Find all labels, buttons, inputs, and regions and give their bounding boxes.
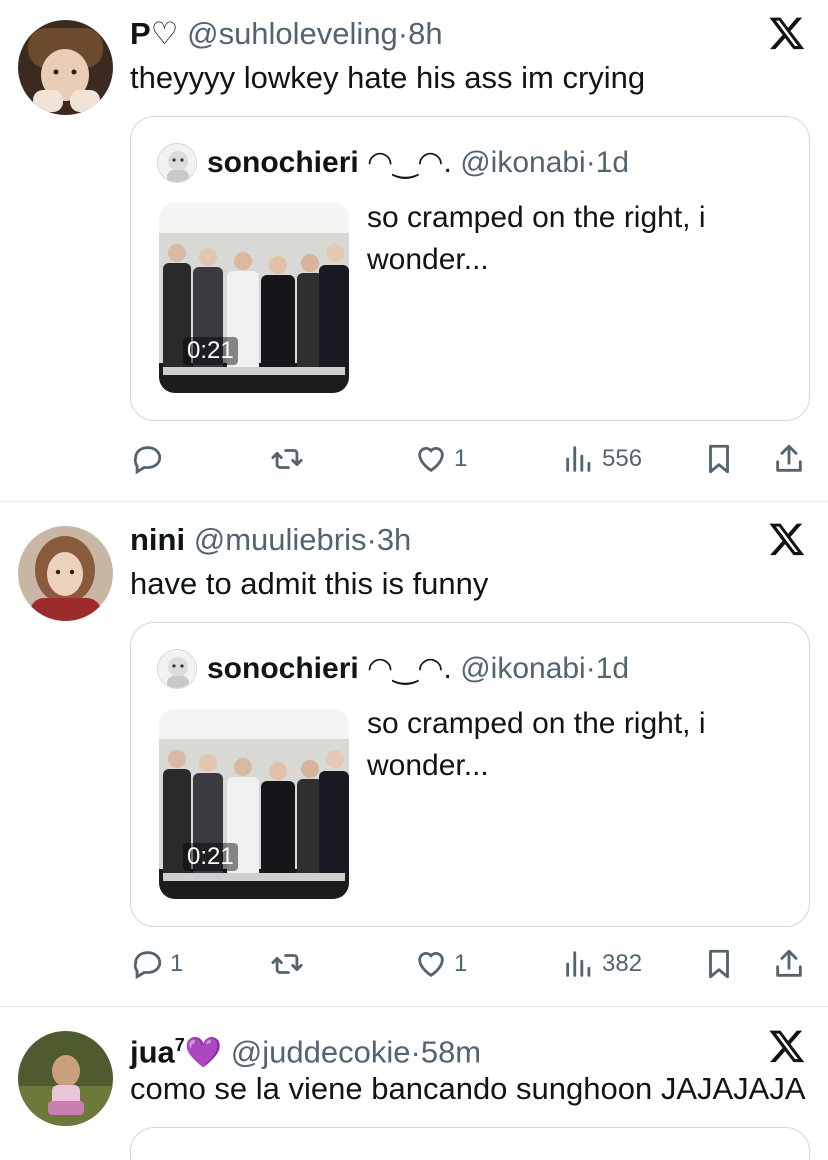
- reply-icon: [133, 446, 162, 475]
- action-bar: 1 1 382: [130, 942, 810, 986]
- bookmark-icon: [709, 444, 729, 474]
- repost-button[interactable]: [270, 942, 310, 986]
- repost-icon: [271, 449, 303, 469]
- separator-dot: ·: [585, 652, 596, 685]
- timestamp[interactable]: 58m: [421, 1034, 481, 1069]
- purple-heart-icon: 💜: [184, 1036, 223, 1070]
- tweet-header: P♡ @suhloleveling·8h: [130, 14, 443, 54]
- avatar[interactable]: [18, 526, 113, 621]
- quote-timestamp[interactable]: 1d: [596, 146, 629, 179]
- quote-avatar[interactable]: [157, 649, 197, 689]
- quote-display-name[interactable]: sonochieri: [207, 146, 359, 179]
- heart-icon: [418, 447, 444, 473]
- quote-header: sonochieri ◠‿◠. @ikonabi·1d: [207, 649, 629, 689]
- video-thumbnail[interactable]: 0:21: [159, 203, 349, 393]
- quoted-tweet[interactable]: sonochieri ◠‿◠. @ikonabi·1d 0:21 so cram…: [130, 116, 810, 421]
- display-name[interactable]: nini: [130, 522, 185, 557]
- quote-user-handle[interactable]: @ikonabi: [460, 146, 586, 179]
- quote-name-emoticon: ◠‿◠.: [367, 652, 452, 685]
- heart-icon: [418, 952, 444, 978]
- like-button[interactable]: 1: [414, 437, 467, 481]
- quote-header: sonochieri ◠‿◠. @ikonabi·1d: [207, 143, 629, 183]
- tweet[interactable]: nini @muuliebris·3h have to admit this i…: [0, 502, 828, 1007]
- view-count: 556: [602, 445, 643, 472]
- share-button[interactable]: [772, 942, 806, 986]
- tweet-text: como se la viene bancando sunghoon JAJAJ…: [130, 1071, 806, 1106]
- x-logo-icon: [768, 520, 806, 558]
- tweet[interactable]: P♡ @suhloleveling·8h theyyyy lowkey hate…: [0, 0, 828, 502]
- quote-avatar[interactable]: [157, 143, 197, 183]
- name-superscript: 7: [174, 1035, 185, 1055]
- bookmark-button[interactable]: [702, 942, 736, 986]
- views-button[interactable]: 556: [562, 437, 642, 481]
- user-handle[interactable]: @juddecokie: [231, 1034, 411, 1069]
- quote-text: so cramped on the right, i wonder...: [367, 707, 706, 782]
- repost-icon: [271, 954, 303, 974]
- separator-dot: ·: [397, 16, 409, 51]
- quoted-tweet[interactable]: sonochieri ◠‿◠. @ikonabi·1d 0:21 so cram…: [130, 622, 810, 927]
- like-count: 1: [454, 445, 468, 472]
- like-button[interactable]: 1: [414, 942, 467, 986]
- user-handle[interactable]: @muuliebris: [194, 522, 367, 557]
- quote-display-name[interactable]: sonochieri: [207, 652, 359, 685]
- separator-dot: ·: [410, 1034, 421, 1070]
- tweet[interactable]: jua7💜 @juddecokie·58m como se la viene b…: [0, 1007, 828, 1160]
- display-name[interactable]: jua: [130, 1034, 175, 1069]
- bookmark-icon: [709, 949, 729, 979]
- action-bar: 1 556: [130, 437, 810, 481]
- x-logo-icon: [768, 14, 806, 52]
- video-duration: 0:21: [183, 337, 238, 365]
- reply-button[interactable]: [130, 437, 170, 481]
- x-logo-icon: [768, 1027, 806, 1065]
- quote-user-handle[interactable]: @ikonabi: [460, 652, 586, 685]
- share-icon: [776, 444, 802, 472]
- tweet-header: jua7💜 @juddecokie·58m: [130, 1025, 481, 1073]
- views-icon: [566, 951, 591, 977]
- display-name[interactable]: P♡: [130, 16, 178, 51]
- bookmark-button[interactable]: [702, 437, 736, 481]
- reply-button[interactable]: 1: [130, 942, 183, 986]
- separator-dot: ·: [366, 522, 377, 557]
- share-icon: [776, 949, 802, 977]
- avatar[interactable]: [18, 20, 113, 115]
- tweet-text: have to admit this is funny: [130, 566, 489, 601]
- view-count: 382: [602, 950, 643, 977]
- tweet-header: nini @muuliebris·3h: [130, 520, 411, 560]
- user-handle[interactable]: @suhloleveling: [187, 16, 398, 51]
- video-duration: 0:21: [183, 843, 238, 871]
- views-button[interactable]: 382: [562, 942, 642, 986]
- video-thumbnail[interactable]: 0:21: [159, 709, 349, 899]
- like-count: 1: [454, 950, 468, 977]
- quote-name-emoticon: ◠‿◠.: [367, 146, 452, 179]
- timestamp[interactable]: 8h: [408, 16, 442, 51]
- tweet-text: theyyyy lowkey hate his ass im crying: [130, 60, 646, 95]
- views-icon: [566, 446, 591, 472]
- reply-icon: [133, 951, 162, 980]
- reply-count: 1: [170, 950, 184, 977]
- quoted-tweet[interactable]: [130, 1127, 810, 1160]
- share-button[interactable]: [772, 437, 806, 481]
- separator-dot: ·: [585, 146, 596, 179]
- timestamp[interactable]: 3h: [377, 522, 411, 557]
- quote-timestamp[interactable]: 1d: [596, 652, 629, 685]
- avatar[interactable]: [18, 1031, 113, 1126]
- repost-button[interactable]: [270, 437, 310, 481]
- quote-text: so cramped on the right, i wonder...: [367, 201, 706, 276]
